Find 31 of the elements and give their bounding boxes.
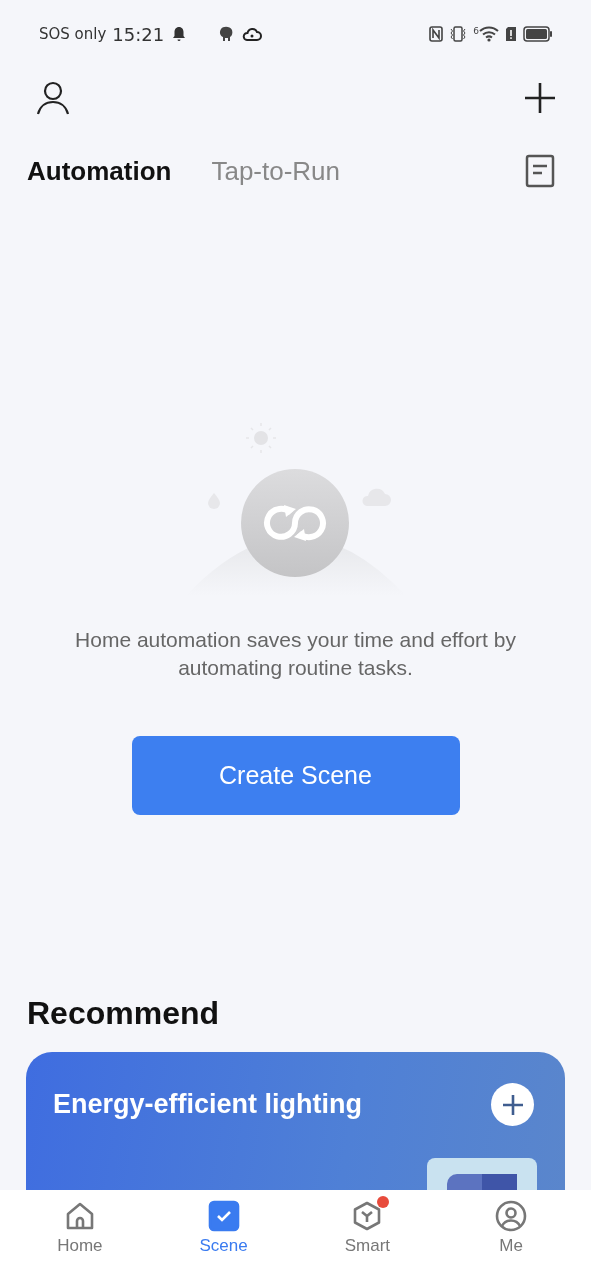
nav-tab[interactable]: Home <box>29 1200 130 1256</box>
bell-icon <box>172 26 187 42</box>
person-icon <box>36 80 70 116</box>
empty-state-message: Home automation saves your time and effort by automating routine tasks. <box>74 627 517 681</box>
add-button[interactable] <box>491 1083 534 1126</box>
wifi-icon <box>479 26 499 42</box>
create-scene-button[interactable]: Create Scene <box>131 736 460 815</box>
plus-icon <box>501 1093 524 1116</box>
log-button[interactable] <box>525 154 555 188</box>
card-title: Energy-efficient lighting <box>53 1089 362 1120</box>
wifi-generation-text: 6 <box>473 26 479 36</box>
recommendation-card[interactable]: Energy-efficient lighting <box>26 1052 565 1190</box>
sim-alert-icon <box>505 26 517 42</box>
nav-tab[interactable]: Me <box>461 1200 562 1256</box>
profile-icon <box>495 1200 528 1232</box>
cloud-icon <box>242 26 263 42</box>
nfc-icon <box>429 26 444 42</box>
plus-icon <box>523 81 557 115</box>
clock-time: 15:21 <box>112 23 165 45</box>
tab[interactable]: Automation <box>27 155 172 187</box>
vibrate-icon <box>449 26 468 42</box>
carrier-text: SOS only <box>39 25 107 43</box>
add-button[interactable] <box>523 81 557 115</box>
checkbox-icon <box>207 1200 240 1232</box>
tab[interactable]: Tap-to-Run <box>211 155 341 187</box>
document-icon <box>525 154 555 188</box>
nav-tab[interactable]: Smart <box>317 1200 418 1256</box>
battery-icon <box>523 26 553 42</box>
profile-button[interactable] <box>36 80 70 116</box>
nav-tab[interactable]: Scene <box>173 1200 274 1256</box>
section-heading: Recommend <box>27 995 221 1032</box>
